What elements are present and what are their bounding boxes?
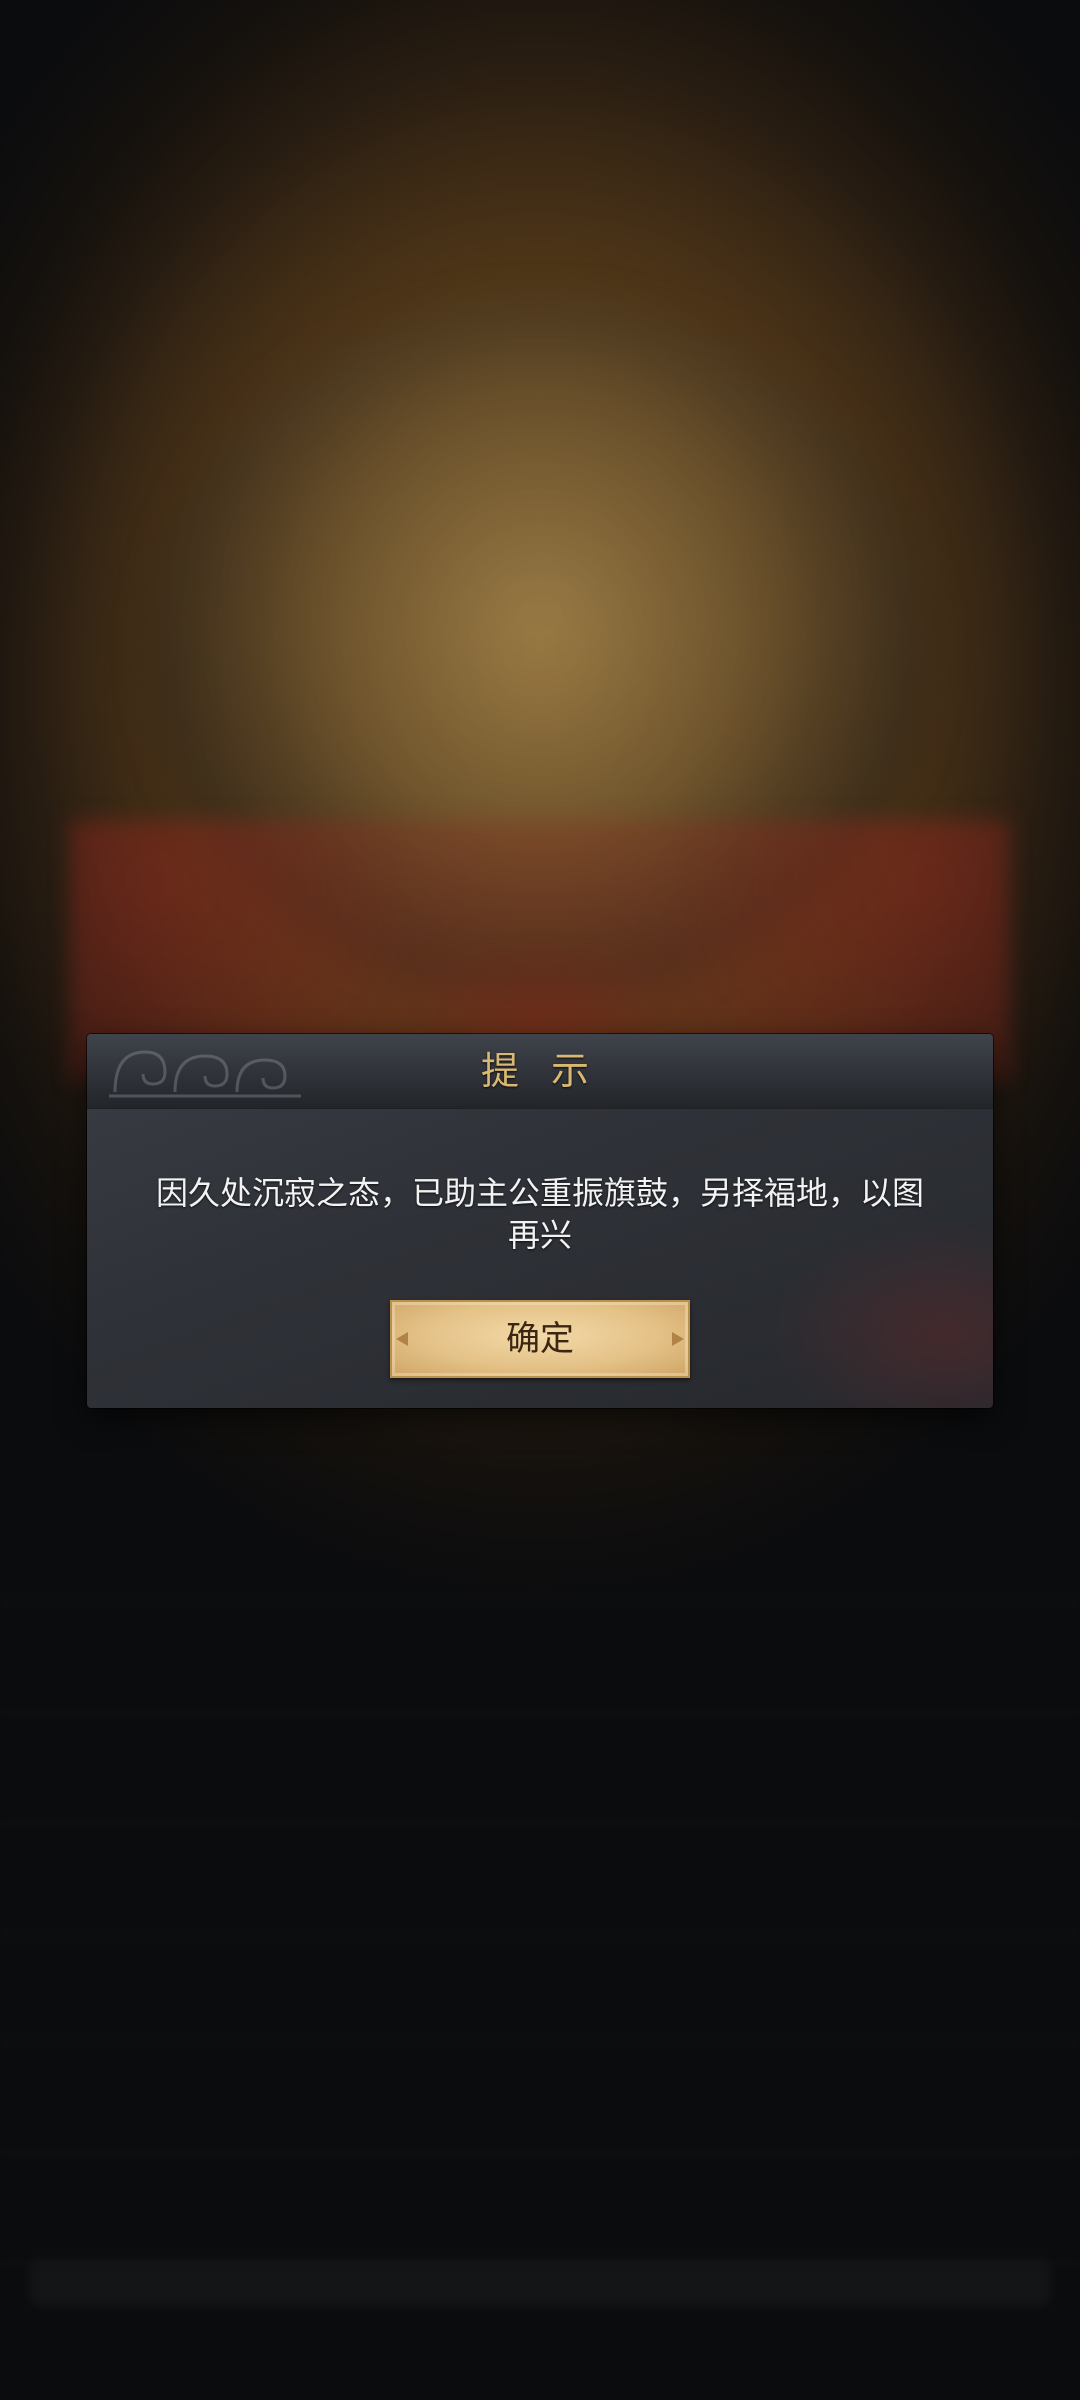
confirm-button[interactable]: 确定 (390, 1300, 690, 1378)
background-stairs (0, 1600, 1080, 2300)
game-screen: 提 示 因久处沉寂之态，已助主公重振旗鼓，另择福地，以图再兴 确定 (0, 0, 1080, 2400)
background-footer-strip (30, 2260, 1050, 2306)
dialog-message: 因久处沉寂之态，已助主公重振旗鼓，另择福地，以图再兴 (155, 1174, 924, 1254)
confirm-button-label: 确定 (506, 1319, 574, 1359)
dialog-title: 提 示 (480, 1049, 600, 1093)
dialog-header: 提 示 (87, 1034, 993, 1109)
notice-dialog: 提 示 因久处沉寂之态，已助主公重振旗鼓，另择福地，以图再兴 确定 (87, 1034, 993, 1408)
